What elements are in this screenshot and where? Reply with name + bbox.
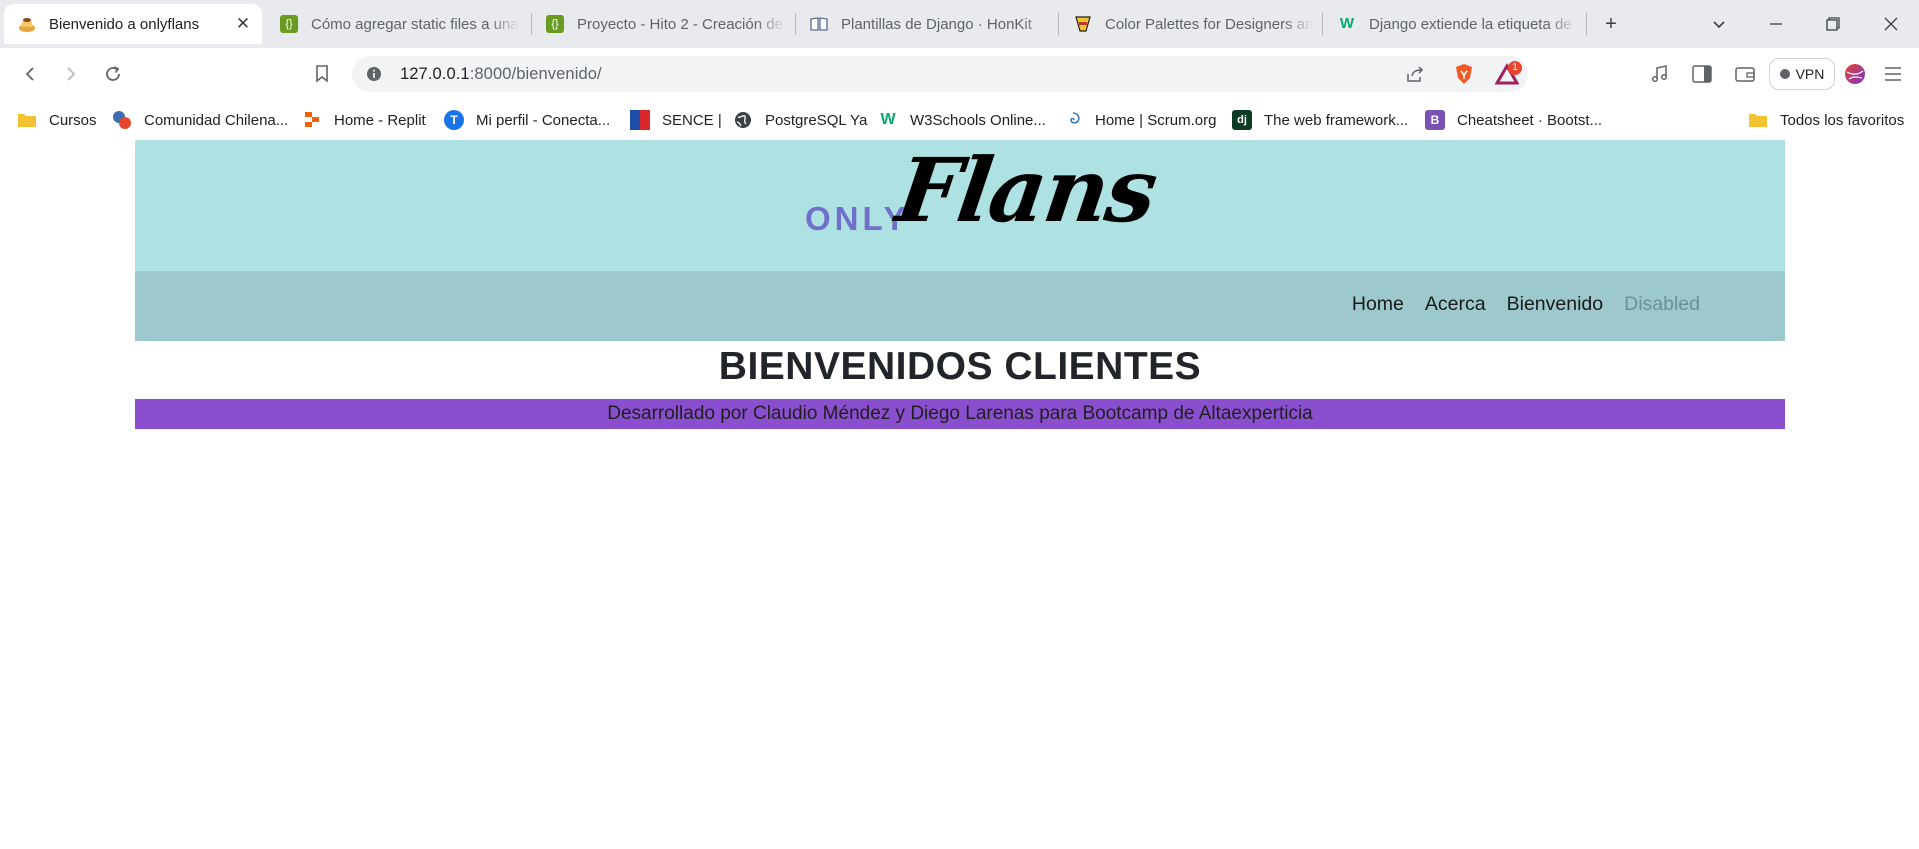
site-navbar: Home Acerca Bienvenido Disabled: [135, 271, 1785, 341]
bookmark-cursos[interactable]: Cursos: [17, 109, 97, 131]
bookmark-icon[interactable]: [308, 60, 336, 88]
code-brackets-icon: {}: [280, 15, 298, 33]
bookmark-mi-perfil[interactable]: T Mi perfil - Conecta...: [444, 109, 610, 131]
site-footer: Desarrollado por Claudio Méndez y Diego …: [135, 399, 1785, 429]
bookmark-label: PostgreSQL Ya: [765, 111, 868, 129]
bookmark-label: Home - Replit: [334, 111, 426, 129]
scrum-icon: [1063, 110, 1083, 130]
folder-icon: [1748, 110, 1768, 130]
close-window-button[interactable]: [1877, 10, 1905, 38]
url-path: :8000/bienvenido/: [469, 65, 602, 83]
site-info-icon[interactable]: [364, 64, 384, 84]
nav-link-bienvenido[interactable]: Bienvenido: [1507, 293, 1604, 316]
bootstrap-icon: B: [1425, 110, 1445, 130]
bookmark-label: Home | Scrum.org: [1095, 111, 1217, 129]
tab-color-palettes[interactable]: Color Palettes for Designers an: [1060, 4, 1314, 44]
bookmark-bootstrap[interactable]: B Cheatsheet · Bootst...: [1425, 109, 1602, 131]
new-tab-button[interactable]: +: [1597, 10, 1625, 38]
folder-icon: [17, 110, 37, 130]
bookmark-label: Cheatsheet · Bootst...: [1457, 111, 1603, 129]
tab-title: Proyecto - Hito 2 - Creación de: [577, 15, 783, 33]
menu-icon[interactable]: [1880, 61, 1906, 87]
palette-icon: [1074, 15, 1092, 33]
replit-icon: [302, 110, 322, 130]
page-viewport: ONLY Flans Home Acerca Bienvenido Disabl…: [0, 138, 1919, 849]
bookmark-label: Cursos: [49, 111, 97, 129]
w3-icon: W: [880, 111, 896, 128]
share-icon[interactable]: [1403, 63, 1427, 85]
back-arrow-icon[interactable]: [16, 60, 44, 88]
tab-django-extiende[interactable]: W Django extiende la etiqueta de: [1324, 4, 1578, 44]
bookmark-label: Todos los favoritos: [1780, 111, 1905, 129]
wallet-icon[interactable]: [1732, 61, 1758, 87]
tab-proyecto-hito[interactable]: {} Proyecto - Hito 2 - Creación de: [532, 4, 786, 44]
bookmark-comunidad-chilena[interactable]: Comunidad Chilena...: [112, 109, 288, 131]
tab-separator: [1586, 13, 1587, 35]
sidebar-icon[interactable]: [1689, 61, 1715, 87]
vpn-label: VPN: [1795, 66, 1825, 82]
forward-arrow-icon[interactable]: [57, 60, 85, 88]
tab-separator: [1322, 13, 1323, 35]
code-brackets-icon: {}: [546, 15, 564, 33]
all-bookmarks-folder[interactable]: Todos los favoritos: [1748, 109, 1904, 131]
nav-link-acerca[interactable]: Acerca: [1425, 293, 1486, 316]
nav-links: Home Acerca Bienvenido Disabled: [1352, 293, 1700, 316]
bookmark-label: The web framework...: [1264, 111, 1409, 129]
nav-link-disabled: Disabled: [1624, 293, 1700, 315]
profile-avatar-icon[interactable]: [1843, 62, 1867, 86]
vpn-status-icon: [1779, 69, 1790, 79]
bookmarks-bar: Cursos Comunidad Chilena... Home - Repli…: [0, 100, 1919, 140]
django-icon: dj: [1232, 110, 1252, 130]
tab-title: Cómo agregar static files a una: [311, 15, 519, 33]
sence-icon: [630, 110, 650, 130]
t-icon: T: [444, 110, 464, 130]
tab-strip: Bienvenido a onlyflans ✕ {} Cómo agregar…: [0, 0, 1919, 48]
tab-search-chevron-icon[interactable]: [1705, 10, 1733, 38]
tab-plantillas-django[interactable]: Plantillas de Django · HonKit: [796, 4, 1054, 44]
flan-icon: [18, 15, 36, 33]
logo-flans-text: Flans: [890, 138, 1162, 242]
bookmark-label: Comunidad Chilena...: [144, 111, 289, 129]
tab-title: Bienvenido a onlyflans: [49, 15, 200, 33]
tab-title: Plantillas de Django · HonKit: [841, 15, 1032, 33]
site-header: ONLY Flans: [135, 138, 1785, 271]
bookmark-django[interactable]: dj The web framework...: [1232, 109, 1408, 131]
nav-link-home[interactable]: Home: [1352, 293, 1404, 316]
bookmark-w3schools[interactable]: W W3Schools Online...: [878, 109, 1046, 131]
bookmark-replit[interactable]: Home - Replit: [302, 109, 426, 131]
url-text: 127.0.0.1:8000/bienvenido/: [400, 65, 602, 84]
tab-title: Color Palettes for Designers an: [1105, 15, 1314, 33]
page-heading: BIENVENIDOS CLIENTES: [718, 345, 1202, 388]
music-note-icon[interactable]: [1647, 61, 1673, 87]
bookmark-scrum[interactable]: Home | Scrum.org: [1063, 109, 1216, 131]
url-host: 127.0.0.1: [400, 65, 470, 83]
tab-bienvenido[interactable]: Bienvenido a onlyflans ✕: [4, 4, 262, 44]
brave-rewards-icon[interactable]: 1: [1492, 61, 1522, 87]
reload-icon[interactable]: [99, 60, 127, 88]
site-container: ONLY Flans Home Acerca Bienvenido Disabl…: [135, 138, 1785, 429]
vpn-button[interactable]: VPN: [1769, 58, 1835, 90]
bookmark-label: W3Schools Online...: [910, 111, 1046, 129]
close-icon[interactable]: ✕: [232, 14, 254, 34]
bookmark-label: Mi perfil - Conecta...: [476, 111, 611, 129]
bookmark-postgresql[interactable]: PostgreSQL Ya: [733, 109, 867, 131]
address-bar[interactable]: 127.0.0.1:8000/bienvenido/ 1: [352, 56, 1528, 92]
python-icon: [112, 110, 132, 130]
w3-icon: W: [1339, 15, 1355, 32]
globe-icon: [733, 110, 753, 130]
tab-title: Django extiende la etiqueta de: [1369, 15, 1572, 33]
book-icon: [810, 15, 828, 33]
restore-button[interactable]: [1819, 10, 1847, 38]
notification-badge: 1: [1508, 61, 1522, 75]
minimize-button[interactable]: [1762, 10, 1790, 38]
browser-toolbar: 127.0.0.1:8000/bienvenido/ 1 VPN: [0, 48, 1919, 100]
bookmark-label: SENCE |: [662, 111, 722, 129]
tab-separator: [1058, 13, 1059, 35]
brave-shields-icon[interactable]: [1452, 62, 1476, 86]
bookmark-sence[interactable]: SENCE |: [630, 109, 722, 131]
tab-static-files[interactable]: {} Cómo agregar static files a una: [266, 4, 520, 44]
